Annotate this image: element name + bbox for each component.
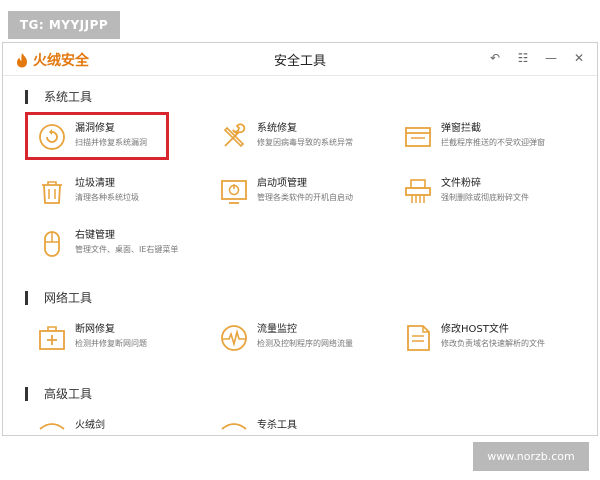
tool-title: 断网修复 <box>75 324 115 335</box>
tool-advanced-2[interactable]: 专杀工具 <box>219 419 297 435</box>
document-icon <box>407 325 430 351</box>
tool-title: 火绒剑 <box>75 420 105 431</box>
tool-title: 启动项管理 <box>257 178 307 189</box>
sword-shield-icon <box>39 423 65 430</box>
app-window: 火绒安全 安全工具 ↶ ☷ — ✕ 系统工具 漏洞修复 扫描并修复系统漏洞 系统… <box>2 42 598 436</box>
tool-junk-clean[interactable]: 垃圾清理 清理各种系统垃圾 <box>37 177 139 207</box>
tool-title: 弹窗拦截 <box>441 123 481 134</box>
section-advanced-tools: 高级工具 <box>25 385 92 402</box>
tool-desc: 拦截程序推送的不受欢迎弹窗 <box>441 138 545 147</box>
section-bar <box>25 386 28 401</box>
monitor-power-icon <box>221 180 247 204</box>
traffic-pulse-icon <box>221 325 247 351</box>
tool-vuln-repair[interactable]: 漏洞修复 扫描并修复系统漏洞 <box>37 122 147 152</box>
tool-system-repair[interactable]: 系统修复 修复因病毒导致的系统异常 <box>219 122 353 152</box>
tool-title: 垃圾清理 <box>75 178 115 189</box>
tool-desc: 管理各类软件的开机自启动 <box>257 193 353 202</box>
section-label: 网络工具 <box>44 291 93 305</box>
section-bar <box>25 290 28 305</box>
tool-desc: 检测并修复断网问题 <box>75 339 147 348</box>
tool-desc: 修复因病毒导致的系统异常 <box>257 138 353 147</box>
tool-desc: 扫描并修复系统漏洞 <box>75 138 147 147</box>
popup-window-icon <box>405 127 431 147</box>
tool-startup-manager[interactable]: 启动项管理 管理各类软件的开机自启动 <box>219 177 353 207</box>
first-aid-kit-icon <box>39 326 65 350</box>
section-label: 高级工具 <box>44 387 93 401</box>
mouse-icon <box>44 231 60 257</box>
tool-desc: 清理各种系统垃圾 <box>75 193 139 202</box>
tool-title: 系统修复 <box>257 123 297 134</box>
title-bar: 火绒安全 安全工具 ↶ ☷ — ✕ <box>3 43 597 76</box>
section-label: 系统工具 <box>44 90 93 104</box>
tool-network-repair[interactable]: 断网修复 检测并修复断网问题 <box>37 323 147 353</box>
tool-file-shredder[interactable]: 文件粉碎 强制删除或彻底粉碎文件 <box>403 177 529 207</box>
section-bar <box>25 89 28 104</box>
vuln-repair-icon <box>39 124 65 150</box>
watermark-top: TG: MYYJJPP <box>8 11 120 39</box>
tool-desc: 修改负责域名快速解析的文件 <box>441 339 545 348</box>
tool-title: 专杀工具 <box>257 420 297 431</box>
restore-icon[interactable]: ↶ <box>487 49 503 67</box>
tool-title: 流量监控 <box>257 324 297 335</box>
menu-icon[interactable]: ☷ <box>515 49 531 67</box>
tool-advanced-1[interactable]: 火绒剑 <box>37 419 105 435</box>
close-icon[interactable]: ✕ <box>571 49 587 67</box>
tool-desc: 管理文件、桌面、IE右键菜单 <box>75 245 179 254</box>
tool-desc: 检测及控制程序的网络流量 <box>257 339 353 348</box>
tool-title: 漏洞修复 <box>75 123 115 134</box>
shield-icon <box>221 423 247 430</box>
tool-title: 文件粉碎 <box>441 178 481 189</box>
tool-desc: 强制删除或彻底粉碎文件 <box>441 193 529 202</box>
section-network-tools: 网络工具 <box>25 289 92 306</box>
tool-right-click-manager[interactable]: 右键管理 管理文件、桌面、IE右键菜单 <box>37 229 178 259</box>
tool-traffic-monitor[interactable]: 流量监控 检测及控制程序的网络流量 <box>219 323 353 353</box>
tool-popup-block[interactable]: 弹窗拦截 拦截程序推送的不受欢迎弹窗 <box>403 122 545 152</box>
tool-title: 右键管理 <box>75 230 115 241</box>
tool-edit-hosts[interactable]: 修改HOST文件 修改负责域名快速解析的文件 <box>403 323 545 353</box>
watermark-bottom: www.norzb.com <box>473 442 589 471</box>
wrench-screwdriver-icon <box>223 123 246 148</box>
shredder-icon <box>405 179 431 203</box>
window-controls: ↶ ☷ — ✕ <box>487 49 587 67</box>
tool-title: 修改HOST文件 <box>441 324 509 335</box>
section-system-tools: 系统工具 <box>25 88 92 105</box>
minimize-icon[interactable]: — <box>543 49 559 67</box>
trash-icon <box>42 181 62 204</box>
